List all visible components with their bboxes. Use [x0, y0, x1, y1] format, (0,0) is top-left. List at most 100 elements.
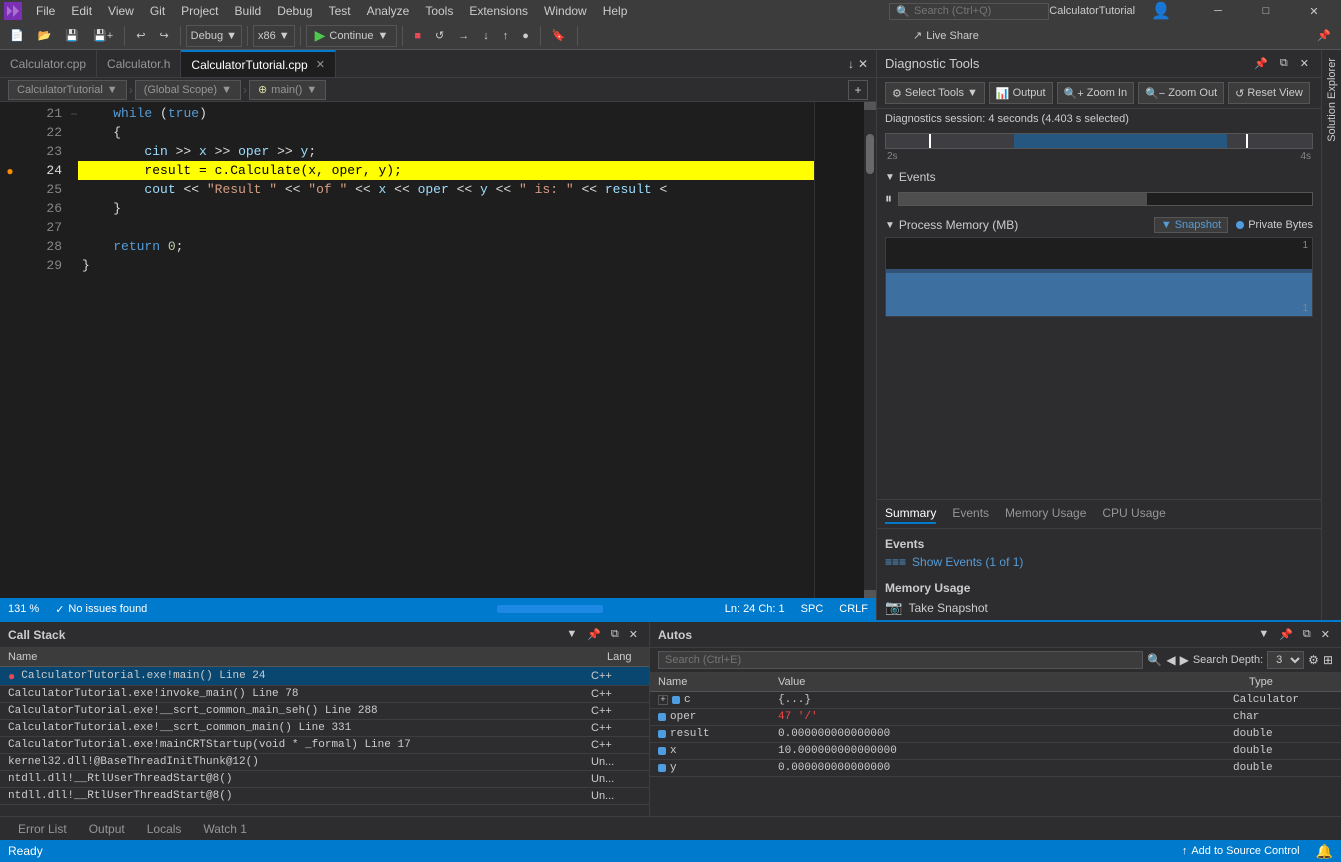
maximize-button[interactable]: □ [1243, 0, 1289, 22]
menu-edit[interactable]: Edit [63, 2, 100, 20]
autos-nav-forward-icon[interactable]: ▶ [1180, 653, 1189, 667]
bookmark-button[interactable]: 🔖 [546, 27, 572, 44]
save-all-button[interactable]: 💾+ [87, 27, 119, 44]
step-out-button[interactable]: ↑ [497, 28, 515, 44]
autos-row-c[interactable]: + c {...} Calculator [650, 692, 1341, 709]
menu-debug[interactable]: Debug [269, 2, 320, 20]
editor-horizontal-scrollbar[interactable] [444, 605, 709, 613]
snapshot-button[interactable]: ▼ Snapshot [1154, 217, 1228, 233]
call-stack-close-button[interactable]: ✕ [626, 626, 641, 643]
call-stack-row-5[interactable]: kernel32.dll!@BaseThreadInitThunk@12() U… [0, 754, 649, 771]
call-stack-row-0[interactable]: CalculatorTutorial.exe!main() Line 24 C+… [0, 667, 649, 686]
memory-collapse-icon[interactable]: ▼ [885, 220, 895, 231]
autos-float-button[interactable]: ⧉ [1300, 626, 1314, 643]
redo-button[interactable]: ↪ [153, 27, 174, 44]
diag-tab-cpu-usage[interactable]: CPU Usage [1102, 504, 1165, 524]
zoom-out-button[interactable]: 🔍− Zoom Out [1138, 82, 1224, 104]
zoom-level[interactable]: 131 % [8, 603, 39, 615]
menu-view[interactable]: View [100, 2, 142, 20]
menu-help[interactable]: Help [595, 2, 636, 20]
add-path-button[interactable]: + [848, 80, 868, 100]
save-button[interactable]: 💾 [59, 27, 85, 44]
timeline-bar[interactable] [885, 133, 1313, 149]
call-stack-float-button[interactable]: ⧉ [608, 626, 622, 643]
autos-nav-back-icon[interactable]: ◀ [1166, 653, 1175, 667]
live-share-button[interactable]: ↗ Live Share [905, 27, 987, 44]
debug-mode-dropdown[interactable]: Debug ▼ [186, 25, 242, 47]
diag-close-button[interactable]: ✕ [1296, 55, 1313, 72]
restart-button[interactable]: ↺ [429, 27, 450, 44]
pause-button[interactable]: ⏸ [885, 190, 892, 207]
step-into-button[interactable]: ↓ [477, 28, 495, 44]
menu-build[interactable]: Build [227, 2, 270, 20]
tab-calculator-h[interactable]: Calculator.h [97, 50, 181, 77]
new-tab-icon[interactable]: ↓ [848, 57, 854, 71]
autos-row-y[interactable]: y 0.000000000000000 double [650, 760, 1341, 777]
autos-settings-icon[interactable]: ⚙ [1308, 653, 1319, 667]
autos-row-x[interactable]: x 10.000000000000000 double [650, 743, 1341, 760]
tab-close-icon[interactable]: ✕ [316, 58, 325, 71]
call-stack-row-7[interactable]: ntdll.dll!__RtlUserThreadStart@8() Un... [0, 788, 649, 805]
call-stack-pin-button[interactable]: 📌 [584, 626, 604, 643]
output-button[interactable]: 📊 Output [989, 82, 1053, 104]
autos-row-result[interactable]: result 0.000000000000000 double [650, 726, 1341, 743]
minimize-button[interactable]: ─ [1195, 0, 1241, 22]
autos-close-button[interactable]: ✕ [1318, 626, 1333, 643]
search-depth-select[interactable]: 3 [1267, 651, 1304, 669]
pin-button[interactable]: 📌 [1311, 27, 1337, 44]
autos-expand-icon[interactable]: ⊞ [1323, 653, 1333, 667]
call-stack-row-4[interactable]: CalculatorTutorial.exe!mainCRTStartup(vo… [0, 737, 649, 754]
editor-vertical-scrollbar[interactable] [864, 102, 876, 598]
call-stack-row-1[interactable]: CalculatorTutorial.exe!invoke_main() Lin… [0, 686, 649, 703]
events-timeline[interactable] [898, 192, 1313, 206]
menu-extensions[interactable]: Extensions [461, 2, 536, 20]
bottom-tab-error-list[interactable]: Error List [8, 820, 77, 838]
reset-view-button[interactable]: ↺ Reset View [1228, 82, 1310, 104]
scope-dropdown[interactable]: (Global Scope) ▼ [135, 80, 241, 100]
tab-calculator-cpp[interactable]: Calculator.cpp [0, 50, 97, 77]
new-file-button[interactable]: 📄 [4, 27, 30, 44]
stop-button[interactable]: ■ [408, 28, 427, 44]
zoom-in-button[interactable]: 🔍+ Zoom In [1057, 82, 1134, 104]
menu-analyze[interactable]: Analyze [359, 2, 418, 20]
autos-pin-button[interactable]: 📌 [1276, 626, 1296, 643]
take-snapshot-button[interactable]: 📷 Take Snapshot [885, 599, 1313, 616]
menu-window[interactable]: Window [536, 2, 595, 20]
bottom-tab-watch1[interactable]: Watch 1 [193, 820, 257, 838]
open-folder-button[interactable]: 📂 [32, 27, 58, 44]
events-collapse-icon[interactable]: ▼ [885, 172, 895, 183]
code-lines[interactable]: while (true) { cin >> x >> oper >> y; re… [78, 102, 814, 598]
call-stack-dropdown-icon[interactable]: ▼ [563, 626, 580, 643]
breakpoint-button[interactable]: ● [516, 28, 535, 44]
call-stack-row-6[interactable]: ntdll.dll!__RtlUserThreadStart@8() Un... [0, 771, 649, 788]
show-events-button[interactable]: ≡≡≡ Show Events (1 of 1) [885, 555, 1313, 569]
select-tools-button[interactable]: ⚙ Select Tools ▼ [885, 82, 985, 104]
expand-icon-c[interactable]: + [658, 695, 668, 705]
autos-dropdown-icon[interactable]: ▼ [1255, 626, 1272, 643]
call-stack-row-3[interactable]: CalculatorTutorial.exe!__scrt_common_mai… [0, 720, 649, 737]
tab-calculatortutorial-cpp[interactable]: CalculatorTutorial.cpp ✕ [181, 50, 336, 77]
arch-dropdown[interactable]: x86 ▼ [253, 25, 295, 47]
close-panel-icon[interactable]: ✕ [858, 57, 868, 71]
diag-tab-events[interactable]: Events [952, 504, 989, 524]
memory-chart[interactable]: 1 1 [885, 237, 1313, 317]
source-control-status[interactable]: ↑ Add to Source Control [1182, 843, 1300, 860]
continue-button[interactable]: ▶ Continue ▼ [306, 25, 398, 47]
diag-tab-summary[interactable]: Summary [885, 504, 936, 524]
diag-tab-memory-usage[interactable]: Memory Usage [1005, 504, 1086, 524]
call-stack-row-2[interactable]: CalculatorTutorial.exe!__scrt_common_mai… [0, 703, 649, 720]
project-dropdown[interactable]: CalculatorTutorial ▼ [8, 80, 127, 100]
diag-pin-button[interactable]: 📌 [1250, 55, 1272, 72]
autos-search-input[interactable] [658, 651, 1143, 669]
menu-tools[interactable]: Tools [417, 2, 461, 20]
menu-git[interactable]: Git [142, 2, 173, 20]
close-button[interactable]: ✕ [1291, 0, 1337, 22]
menu-file[interactable]: File [28, 2, 63, 20]
autos-search-icon[interactable]: 🔍 [1147, 653, 1162, 667]
function-dropdown[interactable]: ⊕ main() ▼ [249, 80, 326, 100]
solution-explorer-label[interactable]: Solution Explorer [1322, 50, 1341, 150]
diag-float-button[interactable]: ⧉ [1276, 55, 1292, 72]
undo-button[interactable]: ↩ [130, 27, 151, 44]
bottom-tab-output[interactable]: Output [79, 820, 135, 838]
search-input[interactable] [914, 5, 1034, 17]
